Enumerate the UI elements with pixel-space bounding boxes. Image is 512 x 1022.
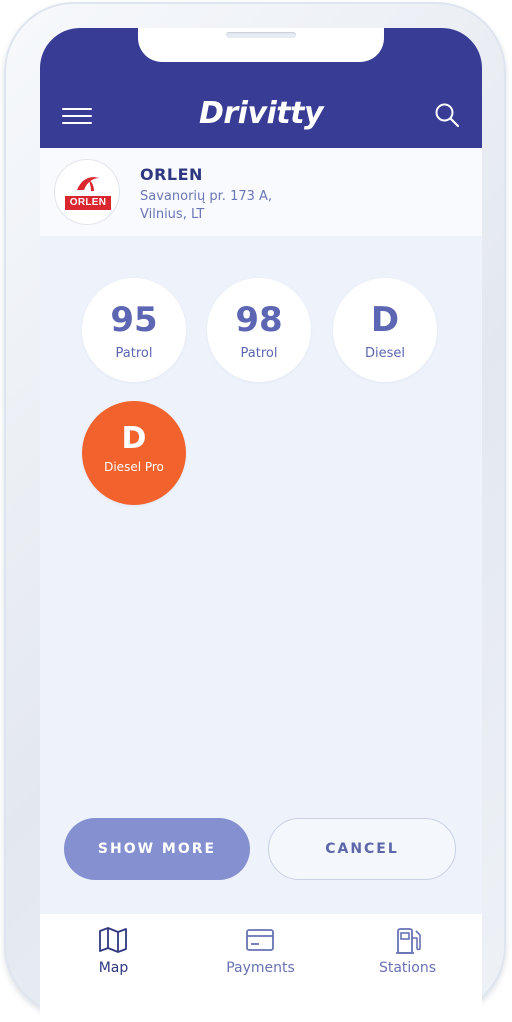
station-card[interactable]: ORLEN ORLEN Savanorių pr. 173 A, Vilnius… — [40, 148, 482, 236]
show-more-button[interactable]: SHOW MORE — [64, 818, 250, 880]
station-address: Savanorių pr. 173 A, Vilnius, LT — [140, 188, 272, 224]
station-logo: ORLEN — [54, 159, 120, 225]
map-icon — [99, 927, 127, 953]
fuel-option-95[interactable]: 95 Patrol — [82, 278, 186, 382]
fuel-code: D — [121, 421, 147, 456]
fuel-option-diesel[interactable]: D Diesel — [333, 278, 437, 382]
address-line-2: Vilnius, LT — [140, 207, 205, 222]
fuel-code: D — [370, 300, 400, 340]
fuel-code: 95 — [110, 300, 158, 340]
speaker-grille — [226, 32, 296, 38]
phone-frame: Drivitty ORLEN ORLEN Savanorių pr. 173 A… — [4, 2, 506, 1022]
card-icon — [246, 929, 274, 951]
fuel-option-98[interactable]: 98 Patrol — [207, 278, 311, 382]
fuel-label: Diesel Pro — [104, 460, 164, 474]
fuel-label: Diesel — [364, 346, 405, 361]
orlen-eagle-icon — [77, 177, 99, 191]
address-line-1: Savanorių pr. 173 A, — [140, 189, 273, 204]
tab-map[interactable]: Map — [40, 914, 187, 994]
fuel-label: Patrol — [115, 346, 153, 361]
tab-stations[interactable]: Stations — [334, 914, 481, 994]
cancel-button[interactable]: CANCEL — [268, 818, 456, 880]
station-name: ORLEN — [140, 165, 203, 184]
tab-label: Map — [98, 960, 129, 976]
phone-notch — [138, 28, 384, 62]
fuel-pump-icon — [396, 928, 421, 954]
fuel-label: Patrol — [240, 346, 278, 361]
search-icon[interactable] — [434, 102, 460, 128]
tab-label: Payments — [226, 960, 295, 976]
bottom-tab-bar: Map Payments Stations — [40, 914, 482, 1022]
tab-label: Stations — [378, 960, 437, 976]
tab-payments[interactable]: Payments — [187, 914, 334, 994]
app-screen: Drivitty ORLEN ORLEN Savanorių pr. 173 A… — [40, 28, 482, 1022]
fuel-code: 98 — [235, 300, 283, 340]
app-logo: Drivitty — [198, 96, 324, 131]
app-header: Drivitty — [40, 28, 482, 148]
fuel-option-diesel-pro[interactable]: D Diesel Pro — [82, 401, 186, 505]
orlen-logo-text: ORLEN — [65, 196, 111, 210]
